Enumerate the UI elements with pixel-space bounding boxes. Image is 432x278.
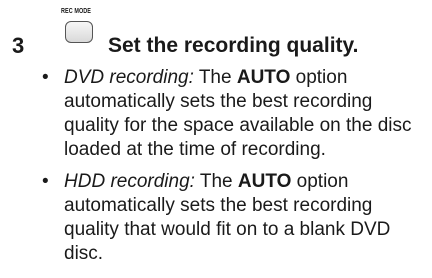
step-block: REC MODE 3 Set the recording quality. • …: [0, 0, 432, 278]
bullet-text: The: [193, 67, 237, 88]
step-title: Set the recording quality.: [108, 34, 359, 57]
step-number: 3: [12, 33, 25, 58]
bullet-keyword: AUTO: [237, 171, 292, 192]
bullet-text: The: [194, 171, 238, 192]
bullet-hdd-recording: • HDD recording: The AUTO option automat…: [32, 170, 427, 266]
bullet-icon: •: [42, 171, 49, 192]
rec-mode-button-icon: [65, 21, 93, 43]
bullet-keyword: AUTO: [236, 67, 291, 88]
bullet-list: • DVD recording: The AUTO option automat…: [32, 66, 427, 274]
rec-mode-label: REC MODE: [60, 8, 92, 15]
bullet-dvd-recording: • DVD recording: The AUTO option automat…: [32, 66, 427, 162]
bullet-lead: HDD recording:: [64, 171, 195, 192]
bullet-lead: DVD recording:: [64, 67, 194, 88]
bullet-icon: •: [42, 67, 49, 88]
